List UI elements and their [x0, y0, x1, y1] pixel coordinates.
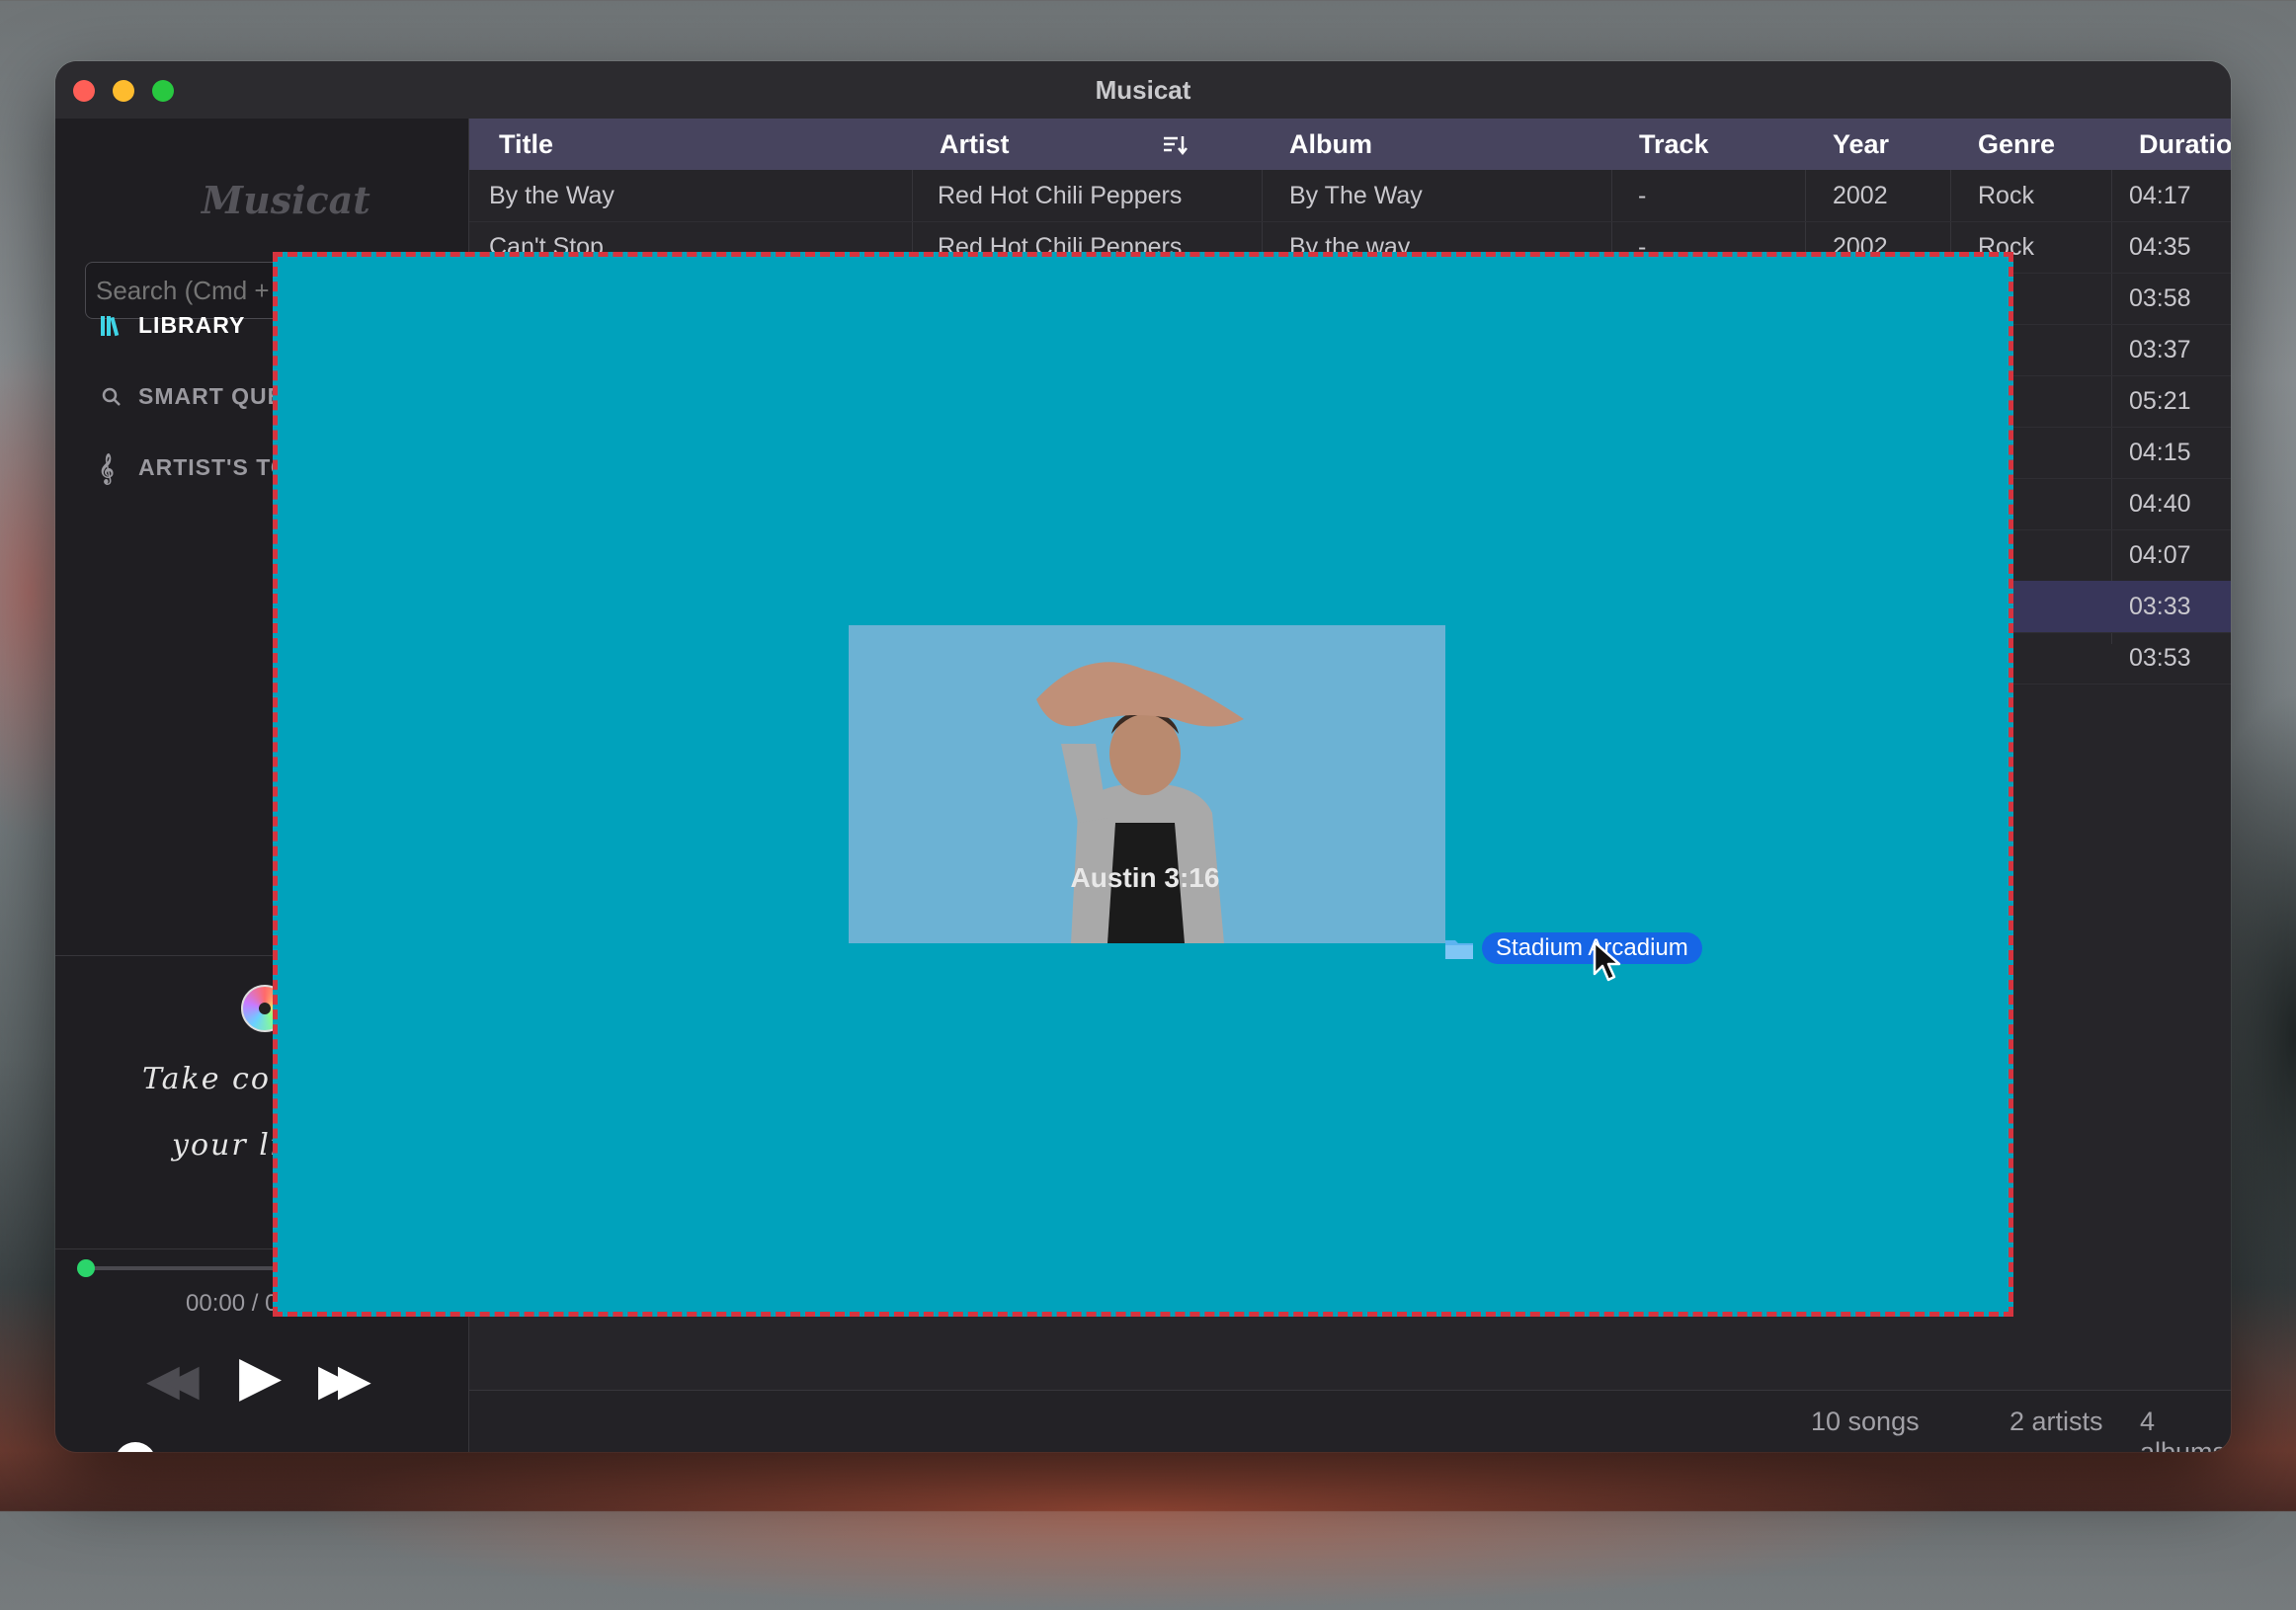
previous-icon[interactable]: ◀◀	[146, 1355, 200, 1406]
song-count: 10 songs	[1811, 1407, 1920, 1436]
table-header: Title Artist Album Track Year Genre Dura…	[469, 119, 2231, 170]
column-header-duration[interactable]: Duration	[2139, 119, 2231, 170]
cell-duration: 03:37	[2129, 336, 2191, 363]
column-header-artist[interactable]: Artist	[940, 119, 1010, 170]
cell-title: By the Way	[489, 182, 615, 209]
library-icon	[99, 313, 124, 339]
next-icon[interactable]: ▶▶	[318, 1355, 371, 1406]
artist-count: 2 artists	[2009, 1407, 2103, 1436]
drag-badge: Stadium Arcadium	[1444, 931, 1702, 965]
column-header-album[interactable]: Album	[1289, 119, 1372, 170]
cell-duration: 04:15	[2129, 439, 2191, 466]
cell-duration: 04:07	[2129, 541, 2191, 569]
play-icon[interactable]: ▶	[239, 1343, 282, 1409]
cell-year: 2002	[1833, 182, 1888, 209]
column-header-year[interactable]: Year	[1833, 119, 1889, 170]
sidebar-item-label: LIBRARY	[138, 312, 246, 338]
cell-duration: 04:35	[2129, 233, 2191, 261]
volume-icon[interactable]	[115, 1442, 156, 1452]
cell-duration: 03:53	[2129, 644, 2191, 672]
album-count: 4 albums	[2140, 1407, 2227, 1452]
cell-duration: 05:21	[2129, 387, 2191, 415]
cell-duration: 04:40	[2129, 490, 2191, 518]
column-header-track[interactable]: Track	[1639, 119, 1709, 170]
seek-knob[interactable]	[77, 1259, 95, 1277]
folder-icon	[1444, 936, 1474, 960]
app-logo: Musicat	[202, 178, 370, 222]
column-header-genre[interactable]: Genre	[1978, 119, 2055, 170]
cell-duration: 04:17	[2129, 182, 2191, 209]
treble-clef-icon: 𝄞	[99, 452, 116, 483]
cell-genre: Rock	[1978, 182, 2034, 209]
cell-duration: 03:33	[2129, 593, 2191, 620]
shirt-text: Austin 3:16	[1071, 862, 1220, 893]
search-icon	[99, 384, 124, 410]
sidebar-item-library[interactable]: LIBRARY	[99, 312, 245, 339]
drop-zone-overlay[interactable]: Austin 3:16 Stadium Arcadium	[273, 252, 2013, 1317]
window-title: Musicat	[1095, 75, 1191, 105]
title-bar: Musicat	[55, 61, 2231, 119]
drag-preview-image: Austin 3:16	[849, 625, 1445, 943]
column-header-title[interactable]: Title	[499, 119, 553, 170]
table-row[interactable]: By the Way Red Hot Chili Peppers By The Wa…	[469, 170, 2231, 222]
cell-track: -	[1638, 182, 1647, 209]
cell-duration: 03:58	[2129, 284, 2191, 312]
status-bar: 10 songs 2 artists 4 albums	[469, 1390, 2231, 1452]
sort-icon[interactable]	[1161, 130, 1189, 158]
cell-album: By The Way	[1289, 182, 1423, 209]
cell-artist: Red Hot Chili Peppers	[938, 182, 1183, 209]
mouse-cursor-icon	[1593, 940, 1622, 984]
